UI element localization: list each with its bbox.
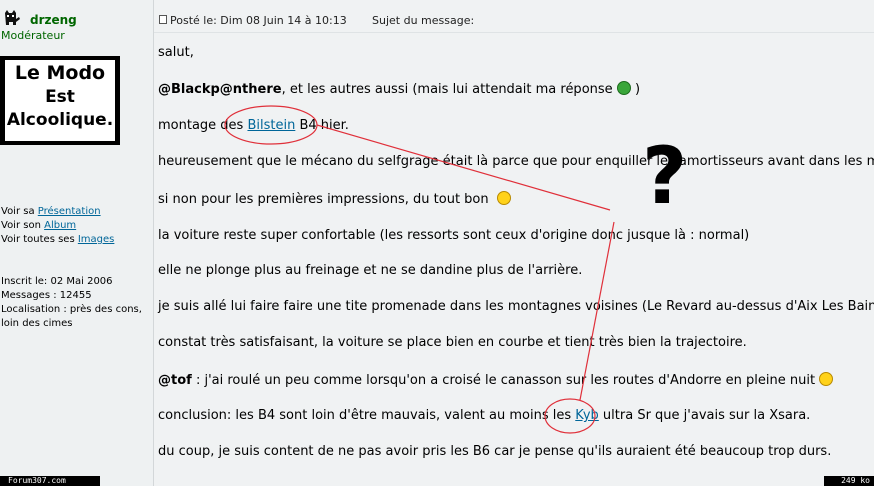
avatar-text-line: Le Modo <box>14 62 106 84</box>
wink-smiley-icon <box>819 372 834 386</box>
presentation-link[interactable]: Présentation <box>38 206 101 217</box>
posted-date: Posté le: Dim 08 Juin 14 à 10:13 <box>170 14 347 27</box>
user-links: Voir sa Présentation Voir son Album Voir… <box>1 205 114 247</box>
user-location: Localisation : près des cons, loin des c… <box>1 304 142 329</box>
post-text: montage des <box>158 118 248 133</box>
subject-label: Sujet du message: <box>372 14 475 27</box>
post-line: constat très satisfaisant, la voiture se… <box>158 335 747 350</box>
post-line: @tof : j'ai roulé un peu comme lorsqu'on… <box>158 372 834 388</box>
post-text: : j'ai roulé un peu comme lorsqu'on a cr… <box>191 373 820 388</box>
post-icon[interactable] <box>159 15 167 24</box>
user-profile: Inscrit le: 02 Mai 2006 Messages : 12455… <box>1 275 151 331</box>
smile-smiley-icon <box>496 191 511 205</box>
size-footer: 249 ko <box>824 476 874 486</box>
mention: @Blackp@nthere <box>158 82 282 97</box>
post-text: ) <box>634 82 641 97</box>
post-line: du coup, je suis content de ne pas avoir… <box>158 444 832 459</box>
post-header: Posté le: Dim 08 Juin 14 à 10:13 Sujet d… <box>154 8 874 33</box>
post-line: salut, <box>158 45 194 60</box>
post-text: B4 hier. <box>295 118 349 133</box>
post-text: , et les autres aussi (mais lui attendai… <box>281 82 617 97</box>
post-text: si non pour les premières impressions, d… <box>158 192 489 207</box>
link-prefix: Voir toutes ses <box>1 234 78 245</box>
post-body: Posté le: Dim 08 Juin 14 à 10:13 Sujet d… <box>154 0 874 486</box>
mention: @tof <box>158 373 192 388</box>
bilstein-link[interactable]: Bilstein <box>247 118 295 133</box>
post-line: la voiture reste super confortable (les … <box>158 228 750 243</box>
post-line: montage des Bilstein B4 hier. <box>158 118 349 133</box>
post-line: je suis allé lui faire faire une tite pr… <box>158 299 874 314</box>
join-date: Inscrit le: 02 Mai 2006 <box>1 276 113 287</box>
site-footer: Forum307.com <box>0 476 100 486</box>
avatar-text-line: Est <box>45 87 75 107</box>
user-sidebar: drzeng Modérateur Le Modo Est Alcoolique… <box>0 0 153 486</box>
message-count: Messages : 12455 <box>1 290 92 301</box>
album-link[interactable]: Album <box>44 220 76 231</box>
link-prefix: Voir sa <box>1 206 38 217</box>
link-prefix: Voir son <box>1 220 45 231</box>
post-line: conclusion: les B4 sont loin d'être mauv… <box>158 408 810 423</box>
post-line: heureusement que le mécano du selfgrage … <box>158 154 874 169</box>
kyb-link[interactable]: Kyb <box>575 408 599 423</box>
post-line: si non pour les premières impressions, d… <box>158 191 511 207</box>
grin-smiley-icon <box>616 81 631 95</box>
cat-icon <box>5 10 20 25</box>
post-line: @Blackp@nthere, et les autres aussi (mai… <box>158 81 640 97</box>
post-line: elle ne plonge plus au freinage et ne se… <box>158 263 583 278</box>
post-text: conclusion: les B4 sont loin d'être mauv… <box>158 408 576 423</box>
post-text: ultra Sr que j'avais sur la Xsara. <box>598 408 811 423</box>
avatar-text-line: Alcoolique. <box>6 110 114 130</box>
avatar: Le Modo Est Alcoolique. <box>0 56 120 145</box>
images-link[interactable]: Images <box>78 234 115 245</box>
user-rank: Modérateur <box>1 29 65 42</box>
username[interactable]: drzeng <box>30 13 77 27</box>
